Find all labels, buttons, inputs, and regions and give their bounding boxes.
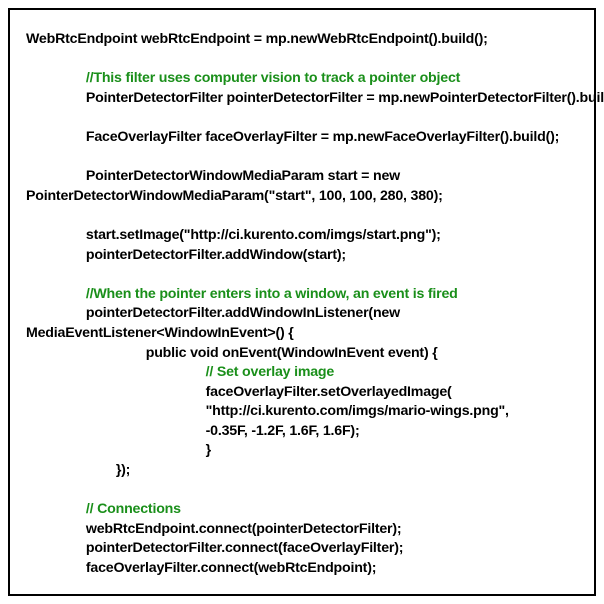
code-line-1 — [26, 51, 30, 67]
code-content: WebRtcEndpoint webRtcEndpoint = mp.newWe… — [26, 30, 578, 579]
code-line-27: faceOverlayFilter.connect(webRtcEndpoint… — [86, 560, 376, 576]
code-line-10: start.setImage("http://ci.kurento.com/im… — [86, 227, 441, 243]
code-line-11: pointerDetectorFilter.addWindow(start); — [86, 247, 346, 263]
code-line-14: pointerDetectorFilter.addWindowInListene… — [86, 305, 400, 321]
code-line-24: // Connections — [86, 501, 181, 517]
code-line-26: pointerDetectorFilter.connect(faceOverla… — [86, 540, 403, 556]
code-line-25: webRtcEndpoint.connect(pointerDetectorFi… — [86, 521, 402, 537]
code-line-17: // Set overlay image — [206, 364, 334, 380]
code-line-22: }); — [116, 462, 130, 478]
code-line-20: -0.35F, -1.2F, 1.6F, 1.6F); — [206, 423, 360, 439]
code-line-15: MediaEventListener<WindowInEvent>() { — [26, 325, 294, 341]
code-line-0: WebRtcEndpoint webRtcEndpoint = mp.newWe… — [26, 31, 488, 47]
code-line-18: faceOverlayFilter.setOverlayedImage( — [206, 384, 452, 400]
code-line-13: //When the pointer enters into a window,… — [86, 286, 458, 302]
code-line-8: PointerDetectorWindowMediaParam("start",… — [26, 188, 443, 204]
code-line-16: public void onEvent(WindowInEvent event)… — [146, 345, 438, 361]
code-line-6 — [26, 149, 30, 165]
code-line-23 — [26, 482, 30, 498]
code-line-4 — [26, 109, 30, 125]
code-line-2: //This filter uses computer vision to tr… — [86, 70, 460, 86]
code-line-9 — [26, 207, 30, 223]
code-line-12 — [26, 266, 30, 282]
code-line-7: PointerDetectorWindowMediaParam start = … — [86, 168, 400, 184]
code-line-5: FaceOverlayFilter faceOverlayFilter = mp… — [86, 129, 559, 145]
code-line-21: } — [206, 442, 211, 458]
code-line-3: PointerDetectorFilter pointerDetectorFil… — [86, 90, 604, 106]
code-line-19: "http://ci.kurento.com/imgs/mario-wings.… — [206, 403, 509, 419]
code-block-container: WebRtcEndpoint webRtcEndpoint = mp.newWe… — [8, 8, 596, 596]
